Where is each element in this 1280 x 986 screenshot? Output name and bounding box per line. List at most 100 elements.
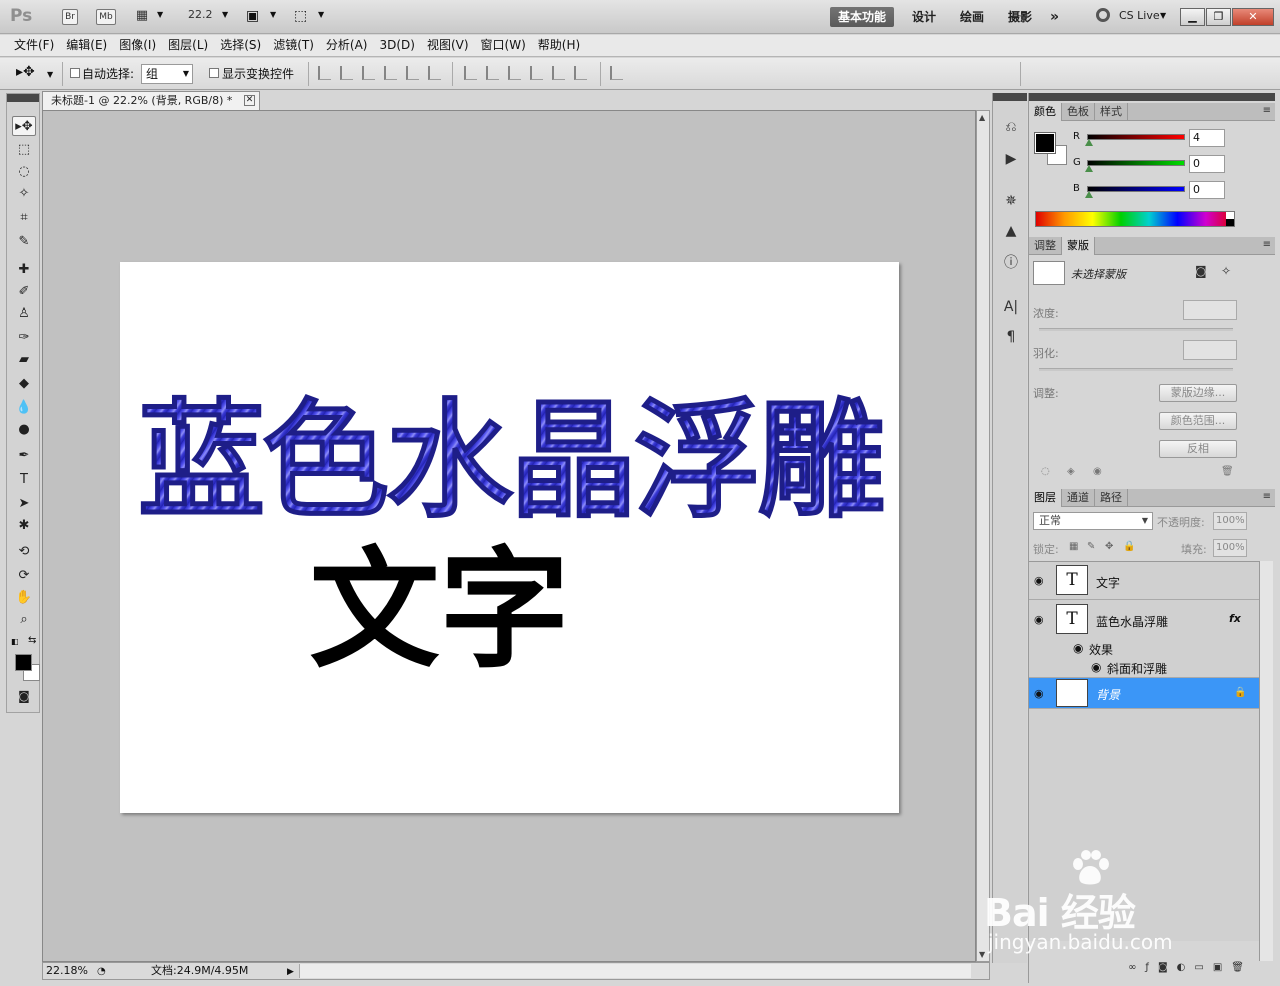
dodge-tool-icon[interactable]: ● [12,420,36,440]
align-right-icon[interactable] [428,66,441,80]
menu-image[interactable]: 图像(I) [113,35,162,57]
menu-analysis[interactable]: 分析(A) [320,35,374,57]
menu-edit[interactable]: 编辑(E) [60,35,113,57]
document-tab[interactable]: 未标题-1 @ 22.2% (背景, RGB/8) * ✕ [42,91,260,110]
screen-mode-icon[interactable]: ⬚ [294,8,307,24]
distribute-bottom-icon[interactable] [508,66,521,80]
menu-3d[interactable]: 3D(D) [373,35,420,57]
effects-label[interactable]: 效果 [1089,641,1113,658]
delete-mask-icon[interactable]: 🗑 [1221,466,1234,477]
custom-shape-tool-icon[interactable]: ✱ [12,516,36,536]
red-slider[interactable]: R 4 [1073,129,1273,149]
mini-bridge-button[interactable]: Mb [96,9,116,25]
align-top-icon[interactable] [318,66,331,80]
type-tool-icon[interactable]: T [12,470,36,490]
tab-channels[interactable]: 通道 [1062,489,1095,507]
document-window[interactable]: 蓝色水晶浮雕 蓝色水晶浮雕 文字 [42,110,976,962]
cslive-dropdown-icon[interactable]: ▼ [1160,11,1166,20]
eye-icon[interactable]: ◉ [1034,613,1044,626]
tab-masks[interactable]: 蒙版 [1062,237,1095,255]
layer-effects-icon[interactable]: fx [1229,612,1241,625]
apply-mask-icon[interactable]: ◈ [1067,466,1075,477]
quick-mask-icon[interactable]: ◙ [12,686,36,706]
panel-menu-icon[interactable]: ≡ [1263,239,1271,250]
view-extras-dropdown-icon[interactable]: ▼ [157,10,163,19]
blue-gradient-bar[interactable] [1087,186,1185,192]
layer-row-crystal-text[interactable]: ◉ T 蓝色水晶浮雕 fx [1029,601,1259,639]
tab-adjustments[interactable]: 调整 [1029,237,1062,255]
workspace-photography[interactable]: 摄影 [1008,7,1032,27]
move-tool-icon[interactable]: ▸✥ [12,116,36,136]
red-gradient-bar[interactable] [1087,134,1185,140]
blend-mode-select[interactable]: 正常 ▼ [1033,512,1153,530]
invert-button[interactable]: 反相 [1159,440,1237,458]
cslive-icon[interactable] [1096,8,1110,22]
menu-select[interactable]: 选择(S) [214,35,267,57]
menu-help[interactable]: 帮助(H) [532,35,586,57]
color-spectrum-ramp[interactable] [1035,211,1235,227]
paint-bucket-tool-icon[interactable]: ◆ [12,374,36,394]
align-bottom-icon[interactable] [362,66,375,80]
brush-tool-icon[interactable]: ✐ [12,282,36,302]
tab-layers[interactable]: 图层 [1029,489,1062,507]
healing-brush-tool-icon[interactable]: ✚ [12,260,36,280]
panel-menu-icon[interactable]: ≡ [1263,491,1271,502]
menu-file[interactable]: 文件(F) [8,35,60,57]
align-left-icon[interactable] [384,66,397,80]
load-selection-icon[interactable]: ◌ [1041,466,1050,477]
tools-panel-header[interactable] [7,94,39,102]
fill-field[interactable]: 100% [1213,539,1247,557]
red-value-field[interactable]: 4 [1189,129,1225,147]
cslive-button[interactable]: CS Live [1119,9,1160,22]
status-menu-arrow-icon[interactable]: ▶ [287,964,294,980]
distribute-top-icon[interactable] [464,66,477,80]
effects-eye-icon[interactable]: ◉ [1073,641,1083,655]
lasso-tool-icon[interactable]: ◌ [12,162,36,182]
dock-header[interactable] [1029,93,1275,101]
panel-strip-header[interactable] [993,93,1027,101]
eraser-tool-icon[interactable]: ▰ [12,350,36,370]
green-gradient-bar[interactable] [1087,160,1185,166]
tab-styles[interactable]: 样式 [1095,103,1128,121]
bevel-emboss-label[interactable]: 斜面和浮雕 [1107,660,1167,677]
status-info-icon[interactable]: ◔ [97,964,106,980]
restore-button[interactable]: ❐ [1206,8,1231,26]
show-transform-checkbox[interactable] [209,68,219,78]
arrange-dropdown-icon[interactable]: ▼ [270,10,276,19]
opacity-field[interactable]: 100% [1213,512,1247,530]
blue-slider-thumb[interactable] [1085,191,1093,198]
auto-align-layers-icon[interactable] [610,66,623,80]
screen-mode-dropdown-icon[interactable]: ▼ [318,10,324,19]
history-brush-tool-icon[interactable]: ✑ [12,328,36,348]
menu-layer[interactable]: 图层(L) [162,35,214,57]
green-value-field[interactable]: 0 [1189,155,1225,173]
crop-tool-icon[interactable]: ⌗ [12,208,36,228]
lock-transparent-icon[interactable]: ▦ [1069,541,1078,552]
add-vector-mask-icon[interactable]: ✧ [1221,264,1231,278]
layers-scrollbar[interactable] [1259,561,1273,961]
black-white-ramp[interactable] [1226,212,1234,226]
pen-tool-icon[interactable]: ✒ [12,446,36,466]
view-extras-icon[interactable]: ▦ [132,9,152,25]
3d-orbit-tool-icon[interactable]: ⟳ [12,566,36,586]
tool-preset-dropdown-icon[interactable]: ▼ [47,70,53,79]
eye-icon[interactable]: ◉ [1034,574,1044,587]
minimize-button[interactable]: ▁ [1180,8,1205,26]
color-range-button[interactable]: 颜色范围... [1159,412,1237,430]
menu-window[interactable]: 窗口(W) [475,35,532,57]
mask-edge-button[interactable]: 蒙版边缘... [1159,384,1237,402]
paragraph-panel-icon[interactable]: ¶ [1001,327,1021,347]
blur-tool-icon[interactable]: 💧 [12,398,36,418]
arrange-documents-icon[interactable]: ▣ [246,8,259,24]
close-document-icon[interactable]: ✕ [244,95,255,106]
eye-icon[interactable]: ◉ [1034,687,1044,700]
bridge-button[interactable]: Br [62,9,78,25]
3d-rotate-tool-icon[interactable]: ⟲ [12,542,36,562]
workspace-design[interactable]: 设计 [912,7,936,27]
disable-mask-icon[interactable]: ◉ [1093,466,1102,477]
workspace-more-icon[interactable]: » [1050,7,1059,27]
menu-filter[interactable]: 滤镜(T) [267,35,320,57]
vertical-scrollbar[interactable]: ▲ ▼ [976,110,990,962]
menu-view[interactable]: 视图(V) [421,35,475,57]
align-hcenter-icon[interactable] [406,66,419,80]
